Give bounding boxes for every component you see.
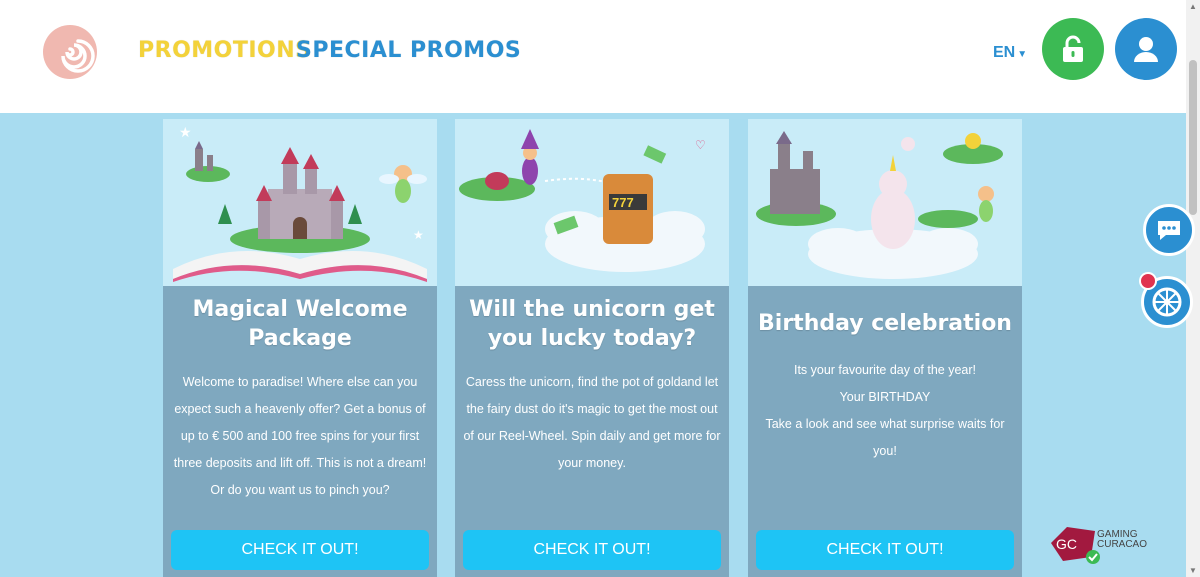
promo-card-birthday: Birthday celebration Its your favourite …	[748, 119, 1022, 577]
account-button[interactable]	[1115, 18, 1177, 80]
card-description: Its your favourite day of the year! Your…	[756, 357, 1014, 465]
card-description-line-2: Your BIRTHDAY	[839, 390, 931, 404]
castle-book-illustration: ★★	[163, 119, 437, 286]
card-description-text: Caress the unicorn, find the pot of gold…	[463, 375, 721, 470]
check-it-out-button[interactable]: CHECK IT OUT!	[756, 530, 1014, 570]
notification-badge	[1139, 272, 1157, 290]
slot-machine-illustration: 777 ♡	[455, 119, 729, 286]
chat-bubble-icon	[1158, 221, 1180, 240]
login-button[interactable]	[1042, 18, 1104, 80]
card-description: Caress the unicorn, find the pot of gold…	[463, 369, 721, 477]
unlock-icon	[1063, 35, 1083, 62]
svg-text:♡: ♡	[695, 138, 706, 152]
nav-promotions[interactable]: PROMOTIONS	[138, 38, 312, 63]
card-title: Will the unicorn get you lucky today?	[469, 297, 715, 351]
scroll-down-icon[interactable]: ▼	[1189, 566, 1197, 575]
language-label: EN	[993, 44, 1016, 61]
spiral-logo-icon[interactable]	[40, 22, 100, 82]
gaming-curacao-label: GAMING CURACAO	[1097, 530, 1147, 550]
card-title: Birthday celebration	[758, 311, 1012, 336]
card-title: Magical Welcome Package	[192, 297, 408, 351]
chevron-down-icon: ▼	[1017, 49, 1028, 60]
gc-line-2: CURACAO	[1097, 539, 1148, 550]
user-icon	[1134, 37, 1158, 62]
card-description-text: Welcome to paradise! Where else can you …	[173, 375, 427, 497]
language-selector[interactable]: EN ▼	[993, 44, 1027, 62]
scroll-up-icon[interactable]: ▲	[1189, 2, 1197, 11]
promo-card-unicorn: 777 ♡ Will the unicorn get you lucky tod…	[455, 119, 729, 577]
chat-button[interactable]	[1143, 204, 1195, 256]
svg-text:777: 777	[612, 195, 634, 210]
card-description-line-3: Take a look and see what surprise waits …	[765, 417, 1005, 458]
check-it-out-button[interactable]: CHECK IT OUT!	[463, 530, 721, 570]
check-it-out-button[interactable]: CHECK IT OUT!	[171, 530, 429, 570]
birthday-unicorn-illustration	[748, 119, 1022, 286]
scrollbar-thumb[interactable]	[1189, 60, 1197, 215]
card-description-line-1: Its your favourite day of the year!	[793, 363, 977, 377]
svg-text:★: ★	[413, 228, 424, 242]
wheel-icon	[1152, 287, 1182, 317]
svg-text:GC: GC	[1056, 536, 1077, 552]
nav-special-promos[interactable]: SPECIAL PROMOS	[296, 38, 521, 63]
svg-text:★: ★	[179, 124, 192, 140]
site-header: PROMOTIONS SPECIAL PROMOS EN ▼	[0, 0, 1186, 113]
card-description: Welcome to paradise! Where else can you …	[171, 369, 429, 504]
promo-card-welcome: ★ ★ Magical Welcome Package Welcome to pa…	[163, 119, 437, 577]
